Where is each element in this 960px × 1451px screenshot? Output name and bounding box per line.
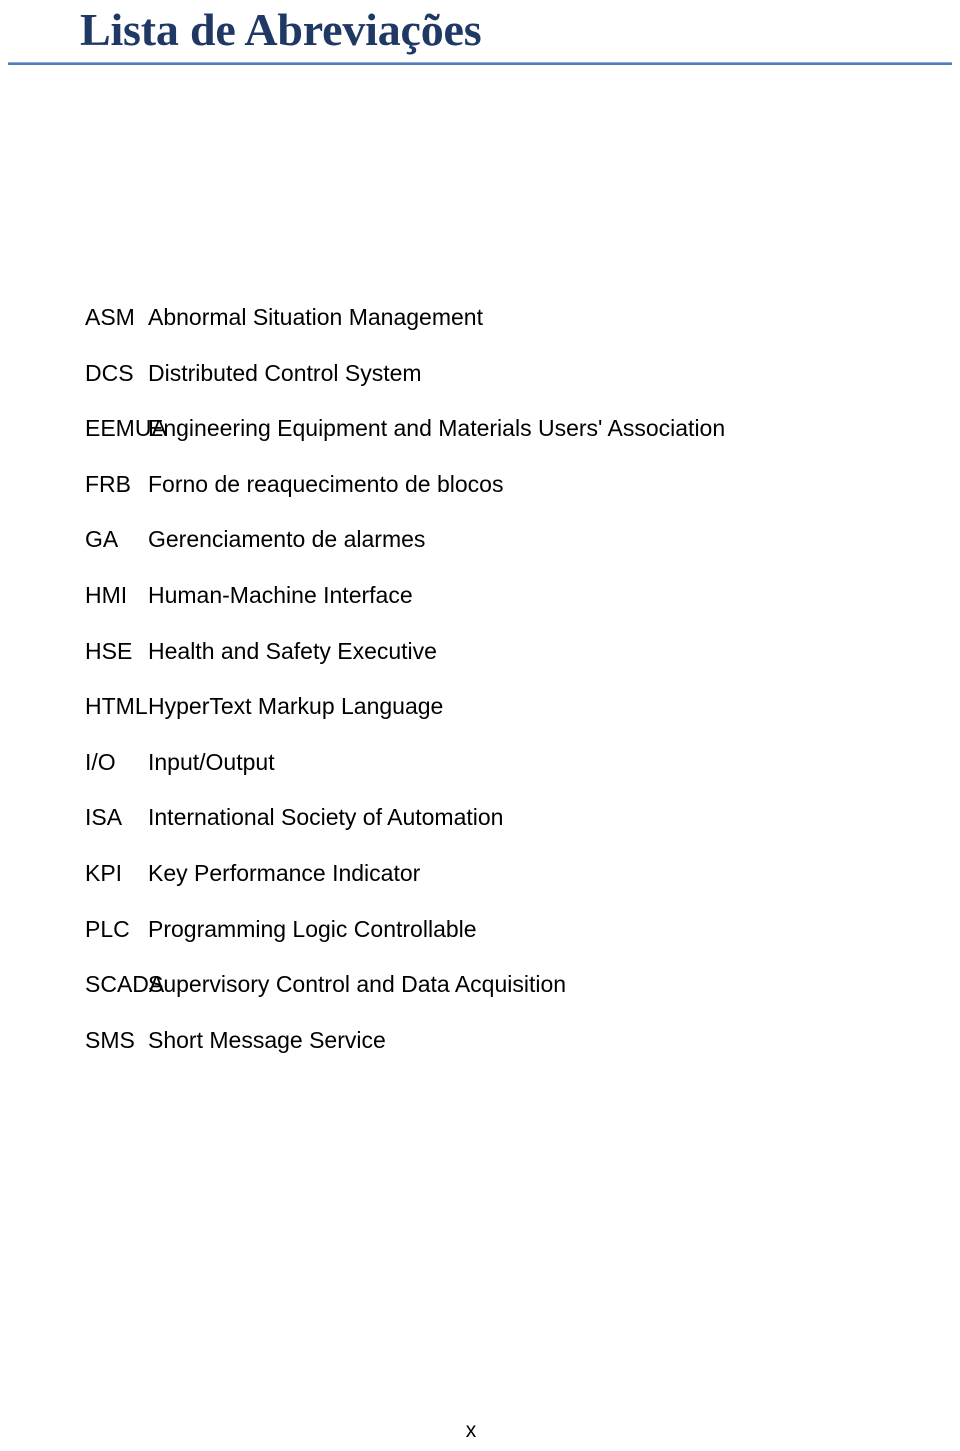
abbreviation-row: DCS Distributed Control System [0, 358, 960, 414]
abbreviation-row: KPI Key Performance Indicator [0, 858, 960, 914]
abbreviation-row: HTML HyperText Markup Language [0, 691, 960, 747]
abbreviation-row: I/O Input/Output [0, 747, 960, 803]
page-title: Lista de Abreviações [80, 4, 482, 55]
abbreviation-row: SMS Short Message Service [0, 1025, 960, 1081]
abbreviation-term: SMS [85, 1026, 135, 1053]
abbreviation-definition: HyperText Markup Language [148, 693, 444, 720]
abbreviation-row: EEMUA Engineering Equipment and Material… [0, 413, 960, 469]
abbreviation-term: KPI [85, 859, 123, 886]
abbreviation-term: DCS [85, 359, 134, 386]
abbreviation-row: ASM Abnormal Situation Management [0, 302, 960, 358]
abbreviation-row: SCADA Supervisory Control and Data Acqui… [0, 969, 960, 1025]
abbreviation-term: GA [85, 526, 119, 553]
page-number: x [465, 1419, 477, 1442]
abbreviation-definition: Input/Output [148, 748, 275, 775]
abbreviation-definition: Health and Safety Executive [148, 637, 437, 664]
abbreviation-row: FRB Forno de reaquecimento de blocos [0, 469, 960, 525]
abbreviation-definition: Key Performance Indicator [148, 859, 421, 886]
abbreviation-term: ASM [85, 304, 135, 330]
abbreviation-term: HSE [85, 637, 133, 664]
abbreviation-definition: Abnormal Situation Management [148, 304, 483, 330]
abbreviation-definition: Supervisory Control and Data Acquisition [148, 971, 567, 998]
abbreviation-definition: Forno de reaquecimento de blocos [148, 470, 504, 497]
abbreviation-term: HTML [85, 693, 148, 720]
document-page: Lista de Abreviações ASM Abnormal Situat… [0, 0, 960, 1451]
abbreviation-definition: Gerenciamento de alarmes [148, 526, 426, 553]
abbreviation-row: PLC Programming Logic Controllable [0, 914, 960, 970]
abbreviation-term: PLC [85, 915, 130, 942]
abbreviation-term: HMI [85, 581, 128, 608]
abbreviation-row: ISA International Society of Automation [0, 802, 960, 858]
abbreviation-term: I/O [85, 748, 116, 775]
abbreviation-term: EEMUA [85, 415, 167, 442]
abbreviation-list: ASM Abnormal Situation Management DCS Di… [0, 302, 960, 1080]
abbreviation-definition: Programming Logic Controllable [148, 915, 477, 942]
abbreviation-term: SCADA [85, 971, 165, 998]
abbreviation-definition: Short Message Service [148, 1026, 386, 1053]
abbreviation-definition: Distributed Control System [148, 359, 422, 386]
title-divider [8, 62, 952, 65]
abbreviation-term: FRB [85, 470, 131, 497]
abbreviation-definition: International Society of Automation [148, 804, 504, 831]
abbreviation-row: GA Gerenciamento de alarmes [0, 524, 960, 580]
abbreviation-definition: Human-Machine Interface [148, 581, 413, 608]
abbreviation-term: ISA [85, 804, 123, 831]
abbreviation-definition: Engineering Equipment and Materials User… [148, 415, 726, 442]
abbreviation-row: HMI Human-Machine Interface [0, 580, 960, 636]
abbreviation-row: HSE Health and Safety Executive [0, 636, 960, 692]
